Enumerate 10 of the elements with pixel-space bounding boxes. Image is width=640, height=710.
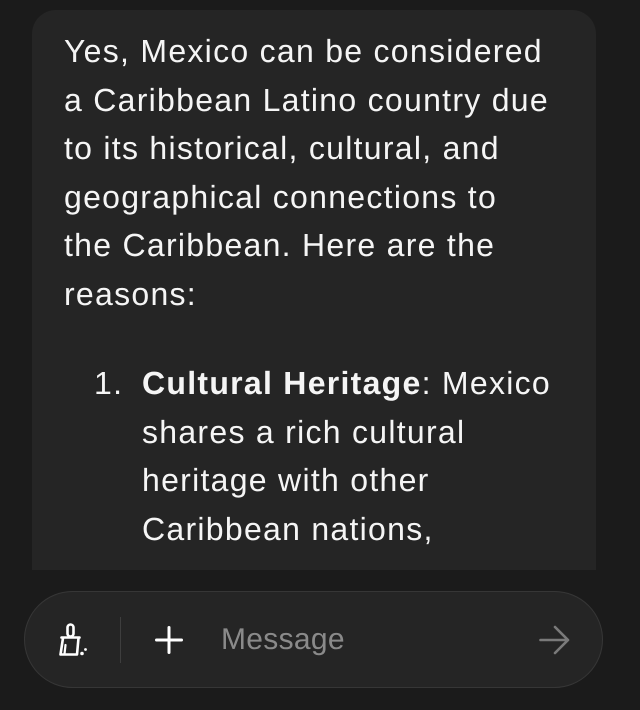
arrow-right-icon: [539, 624, 570, 654]
add-button[interactable]: [155, 626, 183, 654]
brush-button[interactable]: [56, 622, 88, 656]
send-button[interactable]: [539, 624, 570, 654]
list-item-text: Cultural Heritage: Mexico shares a rich cultural heritage with other Caribbean nations,: [142, 364, 552, 548]
brush-icon: [56, 622, 88, 656]
list-number: 1.: [94, 364, 124, 403]
plus-icon: [155, 626, 183, 654]
message-paragraph: Yes, Mexico can be considered a Caribbean Latino country due to its historical, cultural, and geographical connections to the Caribbean. Here are the reasons:: [64, 32, 550, 314]
message-input[interactable]: Message: [221, 618, 527, 662]
